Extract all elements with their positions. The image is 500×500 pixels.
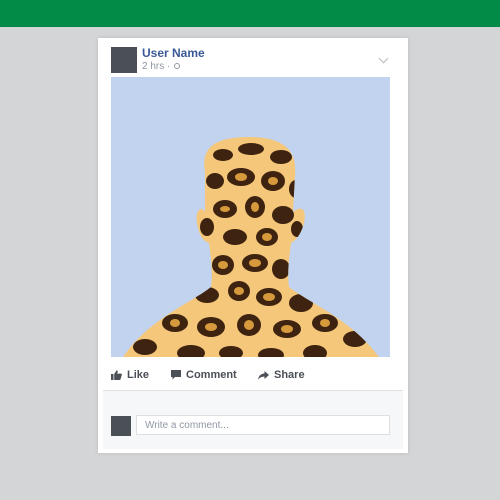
speech-bubble-icon: [171, 370, 181, 380]
avatar[interactable]: [111, 47, 137, 73]
comment-input[interactable]: [136, 415, 390, 435]
share-button[interactable]: Share: [258, 369, 305, 381]
commenter-avatar: [111, 416, 131, 436]
top-bar: [0, 0, 500, 27]
share-arrow-icon: [258, 370, 269, 380]
comment-button[interactable]: Comment: [171, 369, 237, 381]
like-label: Like: [127, 369, 150, 381]
post-timestamp[interactable]: 2 hrs ·: [142, 61, 181, 72]
timestamp-text: 2 hrs ·: [142, 61, 171, 72]
post-actions: Like Comment Share: [111, 364, 391, 388]
chevron-down-icon[interactable]: [378, 53, 389, 64]
comment-label: Comment: [186, 369, 237, 381]
share-label: Share: [274, 369, 305, 381]
post-photo[interactable]: [111, 77, 390, 357]
comment-area: [103, 390, 403, 449]
leopard-silhouette-illustration: [123, 137, 379, 357]
like-button[interactable]: Like: [111, 369, 149, 381]
globe-icon: [174, 63, 181, 70]
post-card: User Name 2 hrs · Like Comment Share Wri…: [103, 38, 403, 449]
user-name-link[interactable]: User Name: [142, 46, 205, 60]
thumbs-up-icon: [111, 370, 122, 381]
